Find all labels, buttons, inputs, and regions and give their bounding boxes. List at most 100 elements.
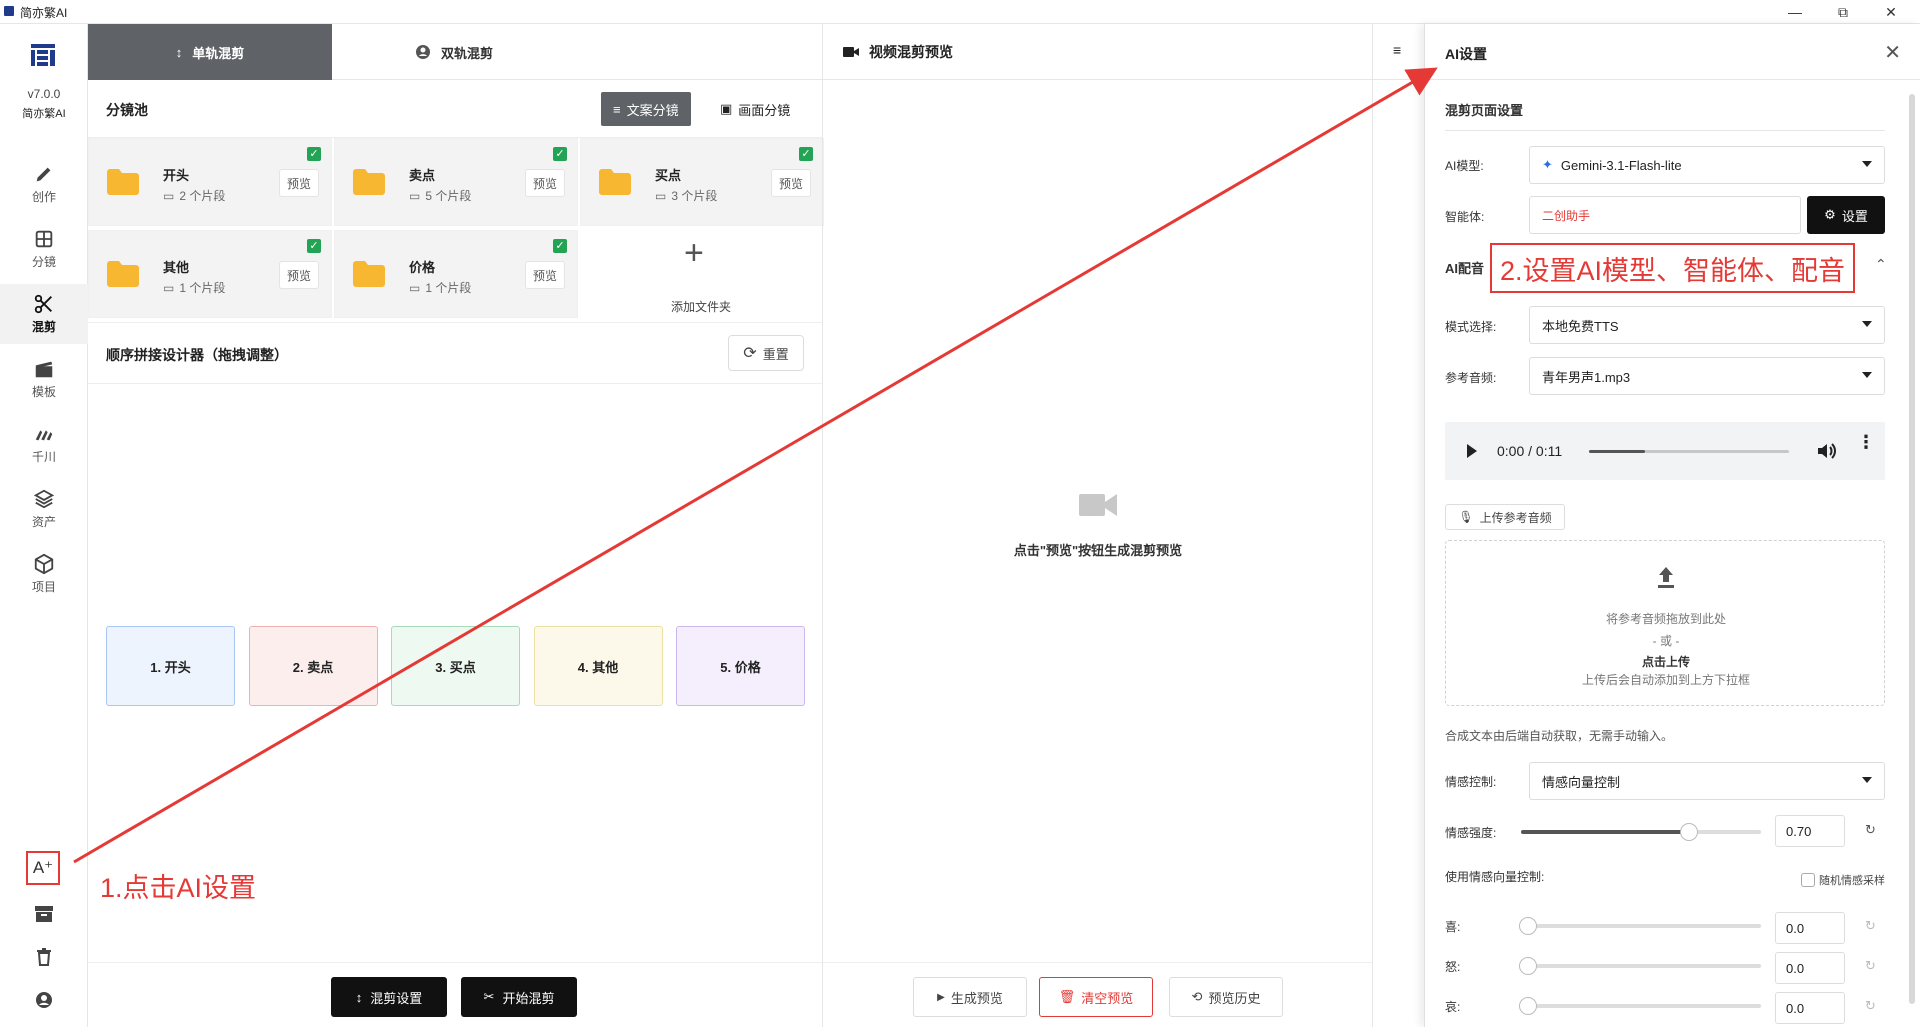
tab-label: 单轨混剪: [192, 45, 245, 61]
folder-checkbox[interactable]: ✓: [553, 147, 567, 161]
sequence-segment[interactable]: 4. 其他: [533, 626, 663, 706]
gemini-sparkle-icon: ✦: [1542, 157, 1553, 172]
sequence-segment[interactable]: 5. 价格: [676, 626, 805, 706]
history-icon: ⟲: [1191, 989, 1203, 1004]
emotion-value-input[interactable]: 0.0: [1775, 952, 1845, 984]
sidebar-item-qianchuan[interactable]: 千川: [0, 414, 88, 474]
add-folder-button[interactable]: + 添加文件夹: [580, 230, 822, 320]
sequence-segment[interactable]: 1. 开头: [106, 626, 235, 706]
folder-checkbox[interactable]: ✓: [307, 147, 321, 161]
play-icon[interactable]: [1467, 444, 1477, 458]
reset-emotion-icon[interactable]: ↻: [1865, 998, 1876, 1014]
folder-preview-button[interactable]: 预览: [279, 261, 319, 289]
volume-icon[interactable]: [1817, 442, 1837, 460]
emotion-slider-knob[interactable]: [1519, 997, 1537, 1015]
sidebar-item-mix[interactable]: 混剪: [0, 284, 88, 344]
agent-label: 智能体:: [1445, 210, 1485, 224]
voice-section-title: AI配音: [1445, 261, 1485, 276]
maximize-button[interactable]: ⧉: [1820, 0, 1866, 24]
sidebar-item-template[interactable]: 模板: [0, 349, 88, 409]
agent-field[interactable]: 二创助手: [1529, 196, 1801, 234]
pool-title: 分镜池: [106, 102, 148, 118]
model-select[interactable]: ✦ Gemini-3.1-Flash-lite: [1529, 146, 1885, 184]
folder-preview-button[interactable]: 预览: [279, 169, 319, 197]
start-mix-button[interactable]: ✂ 开始混剪: [461, 977, 577, 1017]
folder-card[interactable]: 价格 ▭ 1 个片段 预览 ✓: [334, 230, 578, 318]
ai-sparkle-icon: A⁺: [32, 858, 54, 877]
random-emotion-checkbox[interactable]: 随机情感采样: [1801, 872, 1885, 888]
reset-button[interactable]: ⟳ 重置: [728, 335, 804, 371]
clear-preview-button[interactable]: 🗑 清空预览: [1039, 977, 1153, 1017]
agent-settings-button[interactable]: ⚙ 设置: [1807, 196, 1885, 234]
checkbox-box: [1801, 873, 1815, 887]
archive-button[interactable]: [28, 898, 60, 930]
folder-checkbox[interactable]: ✓: [799, 147, 813, 161]
tab-dual-track[interactable]: 双轨混剪: [332, 24, 576, 80]
intensity-input[interactable]: 0.70: [1775, 815, 1845, 847]
upload-icon: [1658, 567, 1674, 588]
folder-card[interactable]: 买点 ▭ 3 个片段 预览 ✓: [580, 138, 824, 226]
app-version: v7.0.0: [27, 87, 61, 101]
emotion-value-input[interactable]: 0.0: [1775, 992, 1845, 1024]
intensity-slider[interactable]: [1521, 823, 1761, 841]
audio-progress-track[interactable]: [1589, 450, 1789, 453]
folder-checkbox[interactable]: ✓: [307, 239, 321, 253]
folder-preview-button[interactable]: 预览: [771, 169, 811, 197]
layers-icon: [33, 489, 55, 509]
sidebar-item-storyboard[interactable]: 分镜: [0, 219, 88, 279]
sidebar-item-project[interactable]: 项目: [0, 544, 88, 604]
folder-card[interactable]: 开头 ▭ 2 个片段 预览 ✓: [88, 138, 332, 226]
tab-single-track[interactable]: ↕ 单轨混剪: [88, 24, 332, 80]
mix-settings-button[interactable]: ↕ 混剪设置: [331, 977, 447, 1017]
sidebar-item-label: 创作: [31, 190, 56, 204]
select-value: 青年男声1.mp3: [1542, 369, 1631, 385]
ai-settings-button[interactable]: A⁺: [26, 851, 60, 885]
sidebar: v7.0.0 简亦繁AI 创作 分镜 混剪 模板 千川 资产 项目 A⁺: [0, 24, 88, 1027]
close-window-button[interactable]: ✕: [1868, 0, 1914, 24]
emotion-slider[interactable]: [1519, 917, 1761, 935]
scissors-icon: [34, 294, 52, 314]
emotion-value-input[interactable]: 0.0: [1775, 912, 1845, 944]
folder-name: 开头: [163, 168, 190, 183]
emotion-slider[interactable]: [1519, 957, 1761, 975]
sidebar-item-assets[interactable]: 资产: [0, 479, 88, 539]
select-value: 情感向量控制: [1542, 774, 1621, 790]
more-vertical-icon[interactable]: ⋮: [1857, 433, 1875, 451]
video-camera-icon: [843, 46, 859, 57]
minimize-button[interactable]: —: [1772, 0, 1818, 24]
trash-button[interactable]: [28, 941, 60, 973]
generate-preview-button[interactable]: ▶ 生成预览: [913, 977, 1027, 1017]
close-icon[interactable]: ✕: [1884, 40, 1901, 65]
sidebar-item-label: 模板: [31, 385, 56, 399]
upload-ref-audio-button[interactable]: 🎙 上传参考音频: [1445, 504, 1565, 530]
reset-emotion-icon[interactable]: ↻: [1865, 958, 1876, 974]
reset-intensity-icon[interactable]: ↻: [1865, 822, 1876, 838]
image-storyboard-toggle[interactable]: ▣ 画面分镜: [708, 92, 802, 126]
chevron-up-icon[interactable]: ⌃: [1875, 256, 1887, 273]
preview-history-button[interactable]: ⟲ 预览历史: [1169, 977, 1283, 1017]
cube-icon: [34, 553, 54, 575]
intensity-slider-knob[interactable]: [1680, 823, 1698, 841]
audio-dropzone[interactable]: 将参考音频拖放到此处 - 或 - 点击上传 上传后会自动添加到上方下拉框: [1445, 540, 1885, 706]
folder-card[interactable]: 其他 ▭ 1 个片段 预览 ✓: [88, 230, 332, 318]
panel-scrollbar[interactable]: [1909, 94, 1915, 1004]
text-storyboard-toggle[interactable]: ≡ 文案分镜: [601, 92, 691, 126]
emotion-slider-knob[interactable]: [1519, 957, 1537, 975]
folder-checkbox[interactable]: ✓: [553, 239, 567, 253]
folder-preview-button[interactable]: 预览: [525, 261, 565, 289]
sequence-segment[interactable]: 2. 卖点: [248, 626, 378, 706]
model-label: AI模型:: [1445, 159, 1484, 173]
user-button[interactable]: [28, 984, 60, 1016]
click-upload-link[interactable]: 点击上传: [1446, 653, 1886, 670]
sequence-segment[interactable]: 3. 买点: [391, 626, 520, 706]
user-icon: [36, 992, 52, 1008]
folder-preview-button[interactable]: 预览: [525, 169, 565, 197]
reset-emotion-icon[interactable]: ↻: [1865, 918, 1876, 934]
tts-mode-select[interactable]: 本地免费TTS: [1529, 306, 1885, 344]
emotion-slider[interactable]: [1519, 997, 1761, 1015]
ref-audio-select[interactable]: 青年男声1.mp3: [1529, 357, 1885, 395]
emotion-slider-knob[interactable]: [1519, 917, 1537, 935]
emotion-control-select[interactable]: 情感向量控制: [1529, 762, 1885, 800]
folder-card[interactable]: 卖点 ▭ 5 个片段 预览 ✓: [334, 138, 578, 226]
sidebar-item-create[interactable]: 创作: [0, 154, 88, 214]
